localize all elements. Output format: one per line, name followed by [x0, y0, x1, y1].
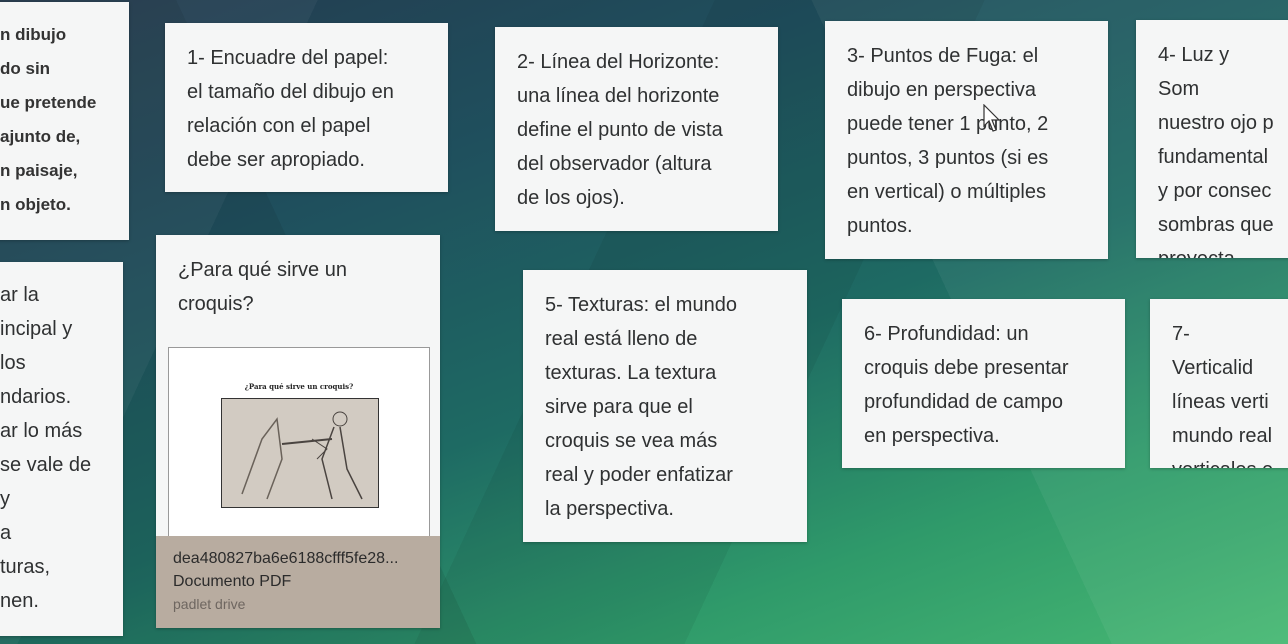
post-card-left-top[interactable]: n dibujo do sin ue pretende ajunto de, n…: [0, 2, 129, 240]
post-text: 2- Línea del Horizonte: una línea del ho…: [517, 51, 723, 209]
post-card-texturas[interactable]: 5- Texturas: el mundo real está lleno de…: [523, 270, 807, 542]
post-card-profundidad[interactable]: 6- Profundidad: un croquis debe presenta…: [842, 299, 1125, 468]
post-text: 5- Texturas: el mundo real está lleno de…: [545, 294, 737, 520]
post-text: ar la incipal y los ndarios. ar lo más s…: [0, 284, 92, 612]
post-card-luz-sombra[interactable]: 4- Luz y Som nuestro ojo p fundamental y…: [1136, 20, 1288, 258]
sketch-image: [221, 398, 379, 508]
post-card-pdf[interactable]: ¿Para qué sirve un croquis? ¿Para qué si…: [156, 235, 440, 628]
mouse-pointer-icon: [983, 103, 1005, 134]
file-type: Documento PDF: [173, 573, 292, 590]
post-text: 3- Puntos de Fuga: el dibujo en perspect…: [847, 45, 1049, 237]
post-title: ¿Para qué sirve un croquis?: [178, 259, 347, 315]
post-card-horizonte[interactable]: 2- Línea del Horizonte: una línea del ho…: [495, 27, 778, 231]
attachment-footer[interactable]: dea480827ba6e6188cfff5fe28... Documento …: [156, 536, 440, 628]
post-text: 1- Encuadre del papel: el tamaño del dib…: [187, 47, 394, 171]
document-preview-icon[interactable]: ¿Para qué sirve un croquis?: [168, 347, 430, 539]
post-text: n dibujo do sin ue pretende ajunto de, n…: [0, 25, 97, 214]
post-text: 7- Verticalid líneas verti mundo real ve…: [1172, 323, 1273, 468]
post-text: 6- Profundidad: un croquis debe presenta…: [864, 323, 1069, 447]
post-card-puntos-fuga[interactable]: 3- Puntos de Fuga: el dibujo en perspect…: [825, 21, 1108, 259]
post-card-encuadre[interactable]: 1- Encuadre del papel: el tamaño del dib…: [165, 23, 448, 192]
file-name: dea480827ba6e6188cfff5fe28...: [173, 550, 399, 567]
post-text: 4- Luz y Som nuestro ojo p fundamental y…: [1158, 44, 1274, 258]
post-card-verticalidad[interactable]: 7- Verticalid líneas verti mundo real ve…: [1150, 299, 1288, 468]
file-source: padlet drive: [173, 596, 246, 612]
post-card-left-bottom[interactable]: ar la incipal y los ndarios. ar lo más s…: [0, 262, 123, 636]
